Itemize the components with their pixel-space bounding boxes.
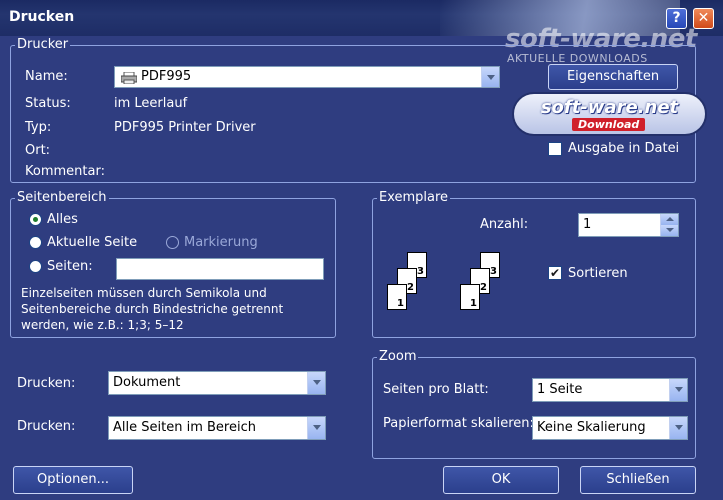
ok-button[interactable]: OK <box>443 466 559 494</box>
dialog-title: Drucken <box>9 9 75 25</box>
pages-per-sheet-select[interactable]: 1 Seite <box>532 378 688 402</box>
properties-button[interactable]: Eigenschaften <box>548 64 678 90</box>
printer-name-value: PDF995 <box>141 69 192 84</box>
printer-icon <box>120 71 138 85</box>
type-label: Typ: <box>25 120 52 135</box>
radio-current-page[interactable] <box>29 236 42 249</box>
print-dialog: Drucken ? ✕ soft-ware.net AKTUELLE DOWNL… <box>0 0 723 500</box>
print-to-file-label[interactable]: Ausgabe in Datei <box>568 141 679 156</box>
scale-paper-value: Keine Skalierung <box>537 420 646 435</box>
comment-label: Kommentar: <box>25 164 105 179</box>
collate-label[interactable]: Sortieren <box>568 266 628 281</box>
pages-input[interactable] <box>116 258 324 280</box>
radio-all[interactable] <box>29 213 42 226</box>
copies-count-value: 1 <box>583 217 592 232</box>
scale-paper-label: Papierformat skalieren: <box>383 416 534 431</box>
page-range-hint-3: werden, wie z.B.: 1;3; 5–12 <box>21 318 184 332</box>
print-what-select[interactable]: Dokument <box>108 371 326 395</box>
status-label: Status: <box>25 96 71 111</box>
chevron-down-icon[interactable] <box>307 372 325 394</box>
print-what-value: Dokument <box>113 375 181 390</box>
copies-count-input[interactable]: 1 <box>578 213 679 237</box>
radio-pages[interactable] <box>29 260 42 273</box>
badge-download: Download <box>572 118 646 131</box>
spin-down-icon[interactable] <box>660 225 678 236</box>
spin-up-icon[interactable] <box>660 214 678 225</box>
zoom-legend: Zoom <box>377 349 419 364</box>
pages-per-sheet-value: 1 Seite <box>537 382 583 397</box>
chevron-down-icon[interactable] <box>307 417 325 439</box>
collate-checkbox[interactable]: ✔ <box>548 266 562 280</box>
page-range-hint-1: Einzelseiten müssen durch Semikola und <box>21 286 267 300</box>
options-button[interactable]: Optionen... <box>13 466 133 494</box>
copies-count-label: Anzahl: <box>480 217 529 232</box>
checkmark-icon: ✔ <box>549 266 561 280</box>
software-net-badge: soft-ware.net Download <box>512 92 707 136</box>
radio-selection-label[interactable]: Markierung <box>184 235 258 250</box>
location-label: Ort: <box>25 143 51 158</box>
status-value: im Leerlauf <box>114 96 188 111</box>
pages-per-sheet-label: Seiten pro Blatt: <box>383 382 489 397</box>
page-icon-a1: 1 <box>387 284 407 310</box>
print-range-label: Drucken: <box>17 419 76 434</box>
radio-all-label[interactable]: Alles <box>47 212 78 227</box>
print-to-file-checkbox[interactable] <box>548 142 562 156</box>
badge-title: soft-ware.net <box>540 97 679 118</box>
type-value: PDF995 Printer Driver <box>114 120 256 135</box>
zoom-group: Zoom <box>372 349 696 459</box>
scale-paper-select[interactable]: Keine Skalierung <box>532 416 688 440</box>
close-button[interactable]: Schließen <box>580 466 696 494</box>
print-what-label: Drucken: <box>17 376 76 391</box>
print-range-select[interactable]: Alle Seiten im Bereich <box>108 416 326 440</box>
printer-name-label: Name: <box>25 69 68 84</box>
printer-group-legend: Drucker <box>15 37 71 52</box>
printer-name-select[interactable]: PDF995 <box>114 66 500 88</box>
copies-legend: Exemplare <box>377 190 451 205</box>
chevron-down-icon[interactable] <box>669 417 687 439</box>
radio-current-page-label[interactable]: Aktuelle Seite <box>47 235 137 250</box>
radio-selection[interactable] <box>166 236 179 249</box>
chevron-down-icon[interactable] <box>669 379 687 401</box>
print-range-value: Alle Seiten im Bereich <box>113 420 256 435</box>
radio-pages-label[interactable]: Seiten: <box>47 259 93 274</box>
chevron-down-icon[interactable] <box>481 67 499 87</box>
page-range-legend: Seitenbereich <box>15 190 109 205</box>
page-range-hint-2: Seitenbereiche durch Bindestriche getren… <box>21 302 284 316</box>
page-icon-b1: 1 <box>460 284 480 310</box>
